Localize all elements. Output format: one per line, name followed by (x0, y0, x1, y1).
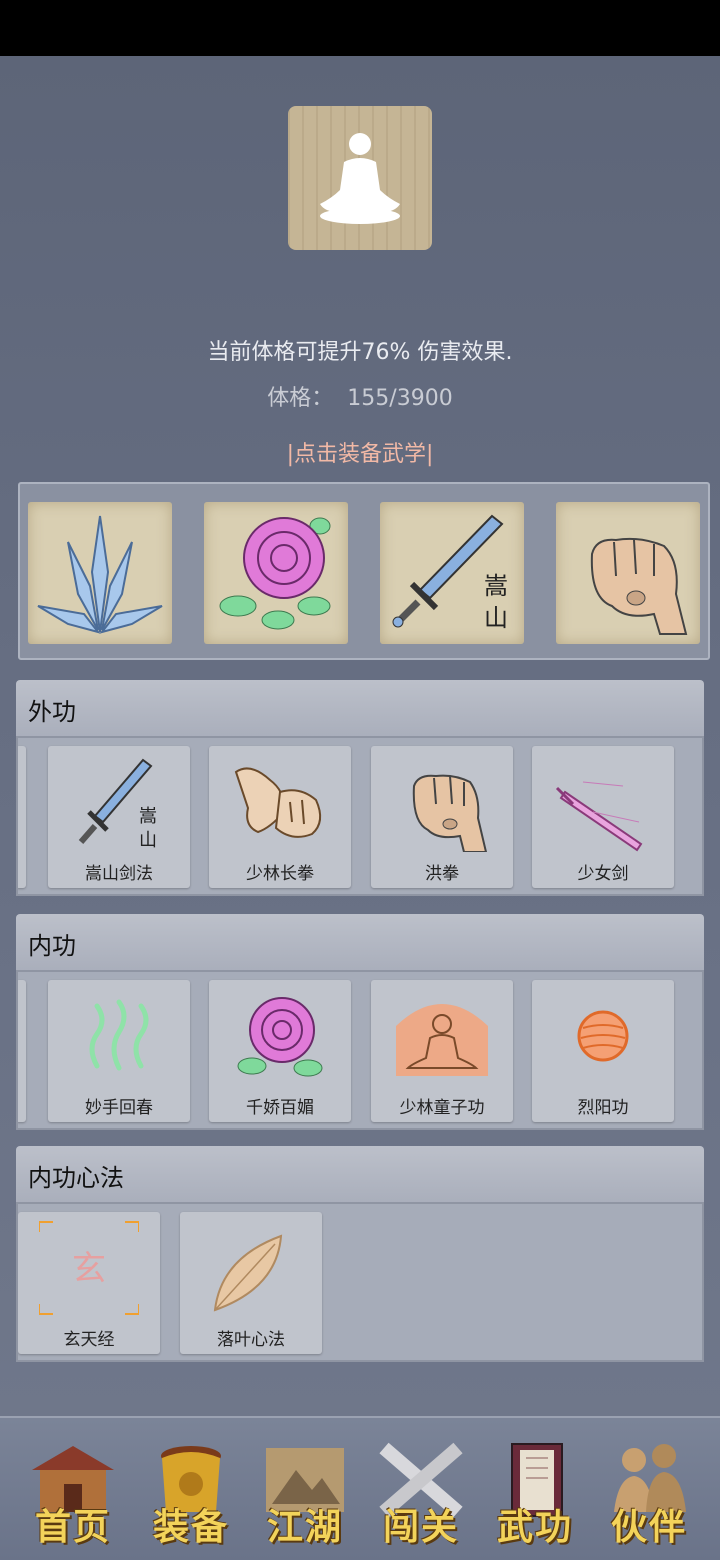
nav-label: 伙伴 (610, 1506, 687, 1548)
nav-label: 闯关 (382, 1506, 459, 1548)
sword-icon: 嵩 山 (78, 758, 157, 851)
skill-card-qianjiao-baimei[interactable]: 千娇百媚 (209, 980, 351, 1122)
skill-name: 烈阳功 (577, 1098, 629, 1118)
skill-name: 嵩山剑法 (85, 864, 153, 884)
card-glyph-bottom: 山 (139, 830, 157, 851)
skill-name: 少林童子功 (399, 1098, 485, 1118)
skill-card-partial[interactable] (18, 980, 26, 1122)
nav-jianghu[interactable]: 江湖 (250, 1436, 360, 1548)
meditating-aura-icon (396, 1004, 488, 1076)
skill-name: 少女剑 (577, 864, 629, 884)
bottom-nav: 首页 装备 江湖 闯关 武功 伙伴 (0, 1416, 720, 1560)
sword-glyph-top: 嵩 (484, 572, 508, 600)
nav-home[interactable]: 首页 (18, 1436, 128, 1548)
skill-name: 落叶心法 (217, 1330, 285, 1350)
skill-name: 千娇百媚 (246, 1098, 314, 1118)
nav-equipment[interactable]: 装备 (136, 1436, 246, 1548)
section-body-xinfa: 玄 玄天经 落叶心法 (16, 1202, 704, 1362)
nav-wugong[interactable]: 武功 (480, 1436, 590, 1548)
nav-label: 江湖 (266, 1506, 343, 1548)
equipped-slot-crystal-spikes[interactable] (28, 502, 172, 644)
skill-name: 洪拳 (425, 864, 459, 884)
stat-value: 155/3900 (347, 386, 453, 411)
effect-text: 当前体格可提升76% 伤害效果. (207, 340, 513, 365)
skill-card-hongquan[interactable]: 洪拳 (371, 746, 513, 888)
falling-leaf-icon (213, 1234, 283, 1312)
section-body-neigong: 妙手回春 千娇百媚 少林童子功 烈阳功 (16, 970, 704, 1130)
sun-orb-icon (577, 1010, 629, 1062)
skill-card-shaolin-tongzigong[interactable]: 少林童子功 (371, 980, 513, 1122)
rose-icon (237, 997, 323, 1077)
nav-label: 首页 (34, 1506, 111, 1548)
sword-icon: 嵩 山 (392, 514, 508, 632)
nav-label: 装备 (152, 1506, 229, 1548)
section-header-neigong: 内功 (16, 914, 704, 972)
meditation-portrait (288, 106, 432, 250)
xuan-scroll-icon: 玄 (39, 1221, 139, 1315)
equipped-slot-fist[interactable] (556, 502, 700, 644)
skill-card-xuantian-jing[interactable]: 玄 玄天经 (18, 1212, 160, 1354)
section-body-waigong: 嵩 山 嵩山剑法 少林长拳 洪拳 少女剑 (16, 736, 704, 896)
skill-card-partial[interactable] (18, 746, 26, 888)
skill-card-miaoshou-huichun[interactable]: 妙手回春 (48, 980, 190, 1122)
healing-waves-icon (89, 999, 149, 1071)
pink-sword-icon (555, 781, 643, 852)
nav-label: 武功 (496, 1506, 573, 1548)
skill-name: 少林长拳 (246, 864, 314, 884)
skill-card-shaolin-changquan[interactable]: 少林长拳 (209, 746, 351, 888)
section-header-waigong: 外功 (16, 680, 704, 738)
clasped-fists-icon (234, 767, 322, 838)
crystal-spikes-icon (37, 515, 163, 634)
meditating-figure-icon (320, 133, 400, 224)
skill-card-lieyang-gong[interactable]: 烈阳功 (532, 980, 674, 1122)
rose-icon (219, 517, 331, 630)
xuan-glyph: 玄 (72, 1249, 106, 1289)
fist-icon (590, 537, 688, 635)
nav-companions[interactable]: 伙伴 (594, 1436, 704, 1548)
stat-line: 体格： 155/3900 (0, 380, 720, 412)
equipped-skills-bar: 嵩 山 (18, 482, 710, 660)
section-header-xinfa: 内功心法 (16, 1146, 704, 1204)
skill-card-shaonv-jian[interactable]: 少女剑 (532, 746, 674, 888)
equipped-slot-rose[interactable] (204, 502, 348, 644)
stat-label: 体格： (267, 386, 334, 411)
equip-martial-link[interactable]: |点击装备武学| (0, 436, 720, 468)
equipped-slot-songshan-sword[interactable]: 嵩 山 (380, 502, 524, 644)
fist-icon (412, 774, 488, 852)
nav-chuangguan[interactable]: 闯关 (366, 1436, 476, 1548)
skill-name: 玄天经 (63, 1330, 115, 1350)
sword-glyph-bottom: 山 (484, 604, 508, 632)
skill-card-luoye-xinfa[interactable]: 落叶心法 (180, 1212, 322, 1354)
card-glyph-top: 嵩 (139, 806, 157, 827)
skill-card-songshan-jianfa[interactable]: 嵩 山 嵩山剑法 (48, 746, 190, 888)
skill-name: 妙手回春 (85, 1098, 153, 1118)
status-bar (0, 0, 720, 56)
